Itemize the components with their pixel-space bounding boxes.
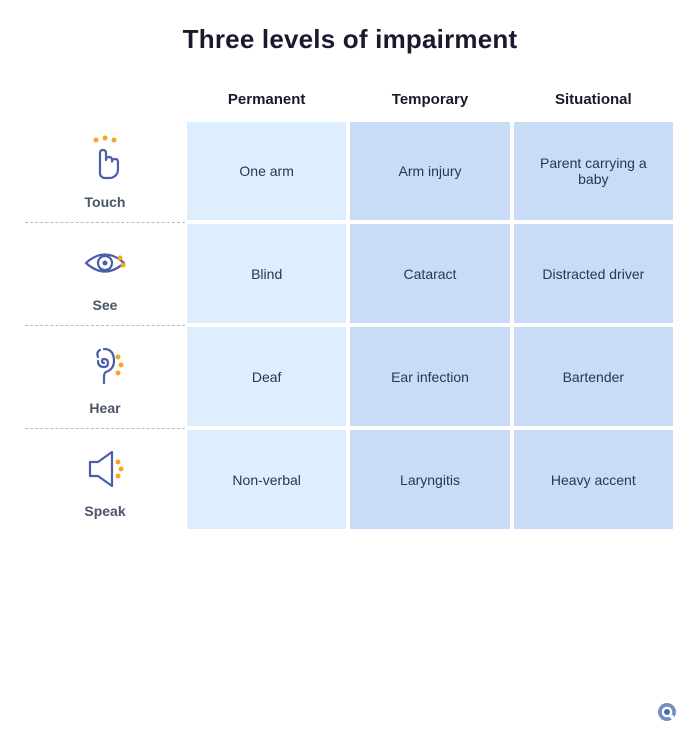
- watermark: [656, 701, 678, 728]
- row-label-see: See: [25, 222, 185, 325]
- touch-label: Touch: [85, 194, 126, 210]
- header-label-col: [25, 83, 185, 120]
- speak-icon: [77, 441, 133, 497]
- hear-permanent: Deaf: [185, 325, 348, 428]
- hear-temporary: Ear infection: [348, 325, 511, 428]
- see-temporary: Cataract: [348, 222, 511, 325]
- header-temporary: Temporary: [348, 83, 511, 120]
- speak-label: Speak: [84, 503, 125, 519]
- see-situational: Distracted driver: [512, 222, 675, 325]
- hear-icon: [77, 338, 133, 394]
- impairment-table: Permanent Temporary Situational Touch On…: [25, 83, 675, 531]
- row-label-hear: Hear: [25, 325, 185, 428]
- speak-permanent: Non-verbal: [185, 428, 348, 531]
- touch-temporary: Arm injury: [348, 120, 511, 222]
- header-permanent: Permanent: [185, 83, 348, 120]
- see-label: See: [93, 297, 118, 313]
- touch-permanent: One arm: [185, 120, 348, 222]
- speak-temporary: Laryngitis: [348, 428, 511, 531]
- row-label-touch: Touch: [25, 120, 185, 222]
- touch-situational: Parent carrying a baby: [512, 120, 675, 222]
- speak-situational: Heavy accent: [512, 428, 675, 531]
- page-title: Three levels of impairment: [183, 24, 518, 55]
- see-permanent: Blind: [185, 222, 348, 325]
- hear-situational: Bartender: [512, 325, 675, 428]
- see-icon: [77, 235, 133, 291]
- header-situational: Situational: [512, 83, 675, 120]
- table-grid: Permanent Temporary Situational Touch On…: [25, 83, 675, 531]
- row-label-speak: Speak: [25, 428, 185, 531]
- hear-label: Hear: [89, 400, 120, 416]
- touch-icon: [77, 132, 133, 188]
